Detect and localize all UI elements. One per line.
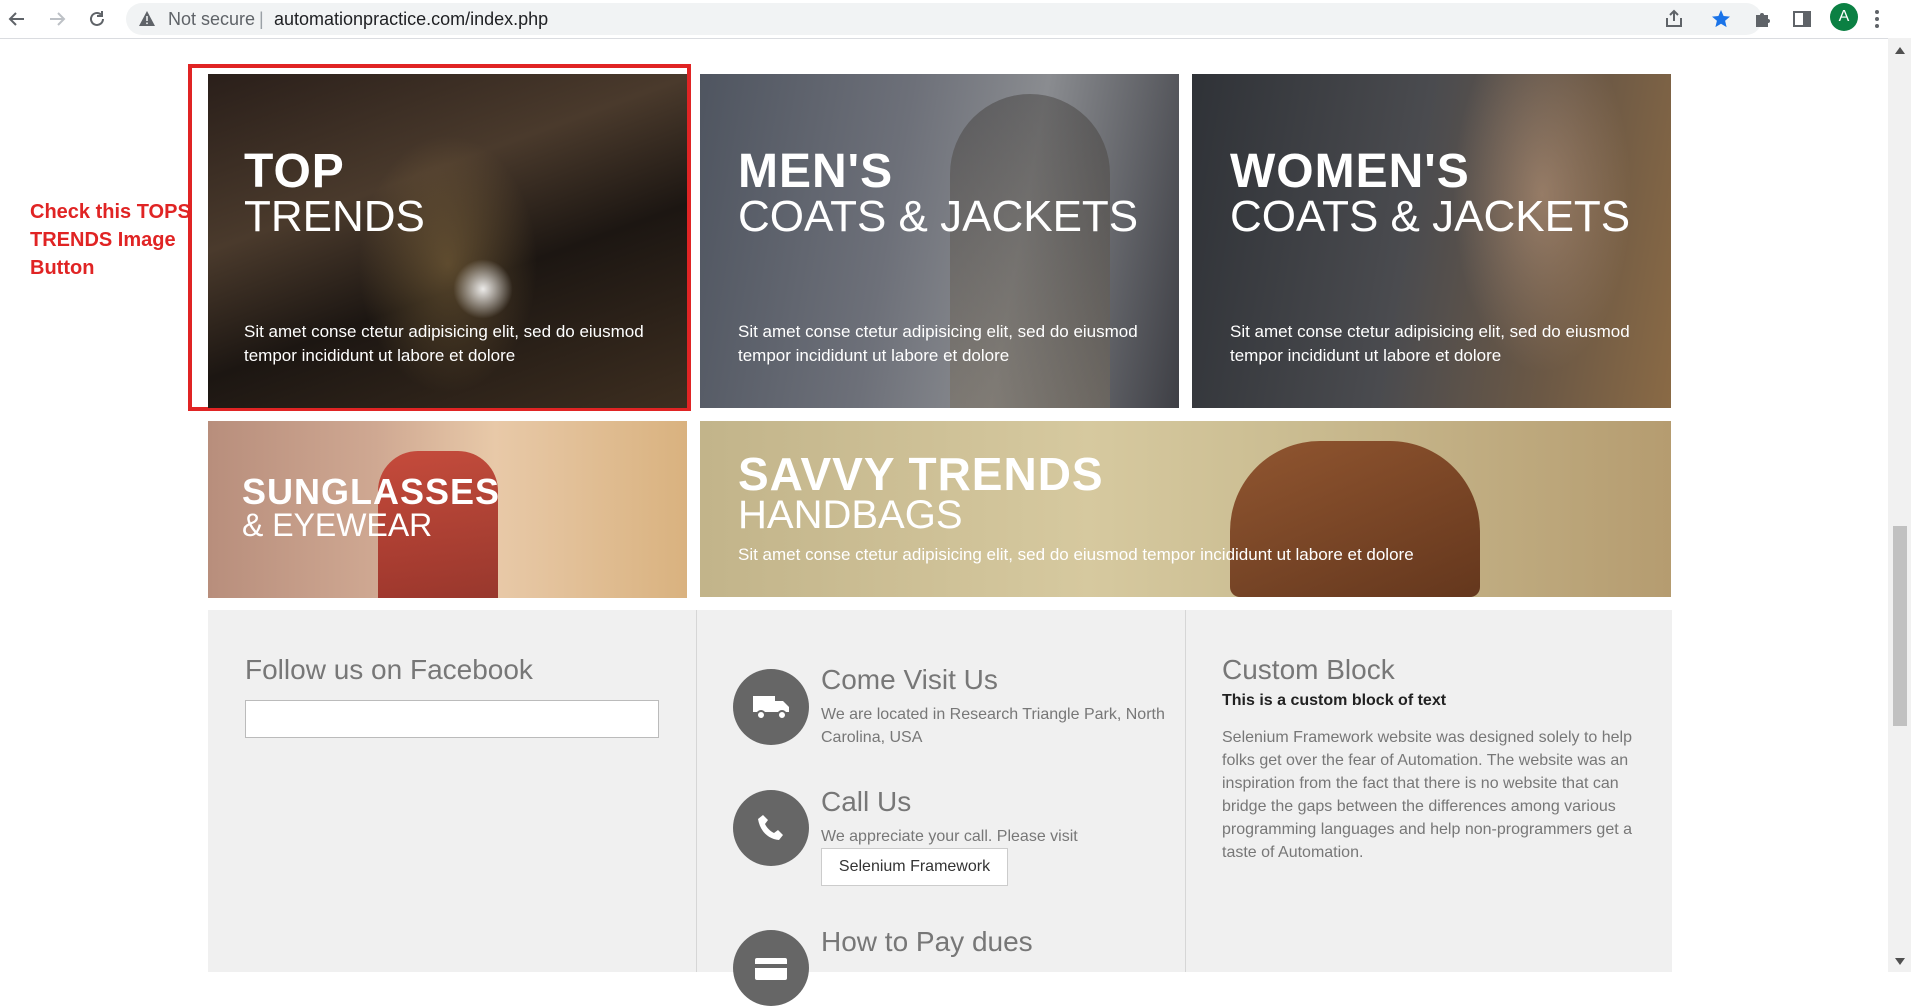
annotation-note: Check this TOPS TRENDS Image Button bbox=[30, 198, 191, 282]
visit-text: We are located in Research Triangle Park… bbox=[821, 706, 1165, 746]
truck-icon-circle bbox=[733, 669, 809, 745]
custom-block-heading: Custom Block bbox=[1222, 654, 1395, 685]
truck-icon bbox=[753, 696, 789, 720]
browser-toolbar: Not secure | automationpractice.com/inde… bbox=[0, 0, 1911, 39]
url-text: automationpractice.com/index.php bbox=[274, 9, 549, 29]
womens-text: Sit amet conse ctetur adipisicing elit, … bbox=[1230, 322, 1630, 365]
side-panel-icon[interactable] bbox=[1792, 9, 1812, 29]
mens-title: MEN'S bbox=[738, 145, 894, 198]
pay-heading: How to Pay dues bbox=[821, 926, 1033, 957]
womens-coats-banner[interactable]: WOMEN'S COATS & JACKETS Sit amet conse c… bbox=[1192, 74, 1671, 408]
annotation-line-3: Button bbox=[30, 257, 95, 279]
top-trends-subtitle: TRENDS bbox=[244, 192, 425, 241]
security-label: Not secure bbox=[168, 9, 256, 29]
call-text: We appreciate your call. Please visit bbox=[821, 828, 1078, 845]
sunglasses-subtitle: & EYEWEAR bbox=[242, 507, 433, 543]
menu-kebab-icon[interactable] bbox=[1874, 9, 1880, 29]
mens-subtitle: COATS & JACKETS bbox=[738, 192, 1139, 241]
scrollbar-thumb[interactable] bbox=[1893, 526, 1907, 726]
sunglasses-banner[interactable]: SUNGLASSES & EYEWEAR bbox=[208, 421, 687, 598]
profile-avatar[interactable]: A bbox=[1830, 3, 1858, 31]
facebook-widget-box[interactable] bbox=[245, 700, 659, 738]
top-trends-title: TOP bbox=[244, 145, 345, 198]
extensions-icon[interactable] bbox=[1752, 9, 1772, 29]
scroll-up-icon[interactable] bbox=[1895, 46, 1905, 54]
visit-heading: Come Visit Us bbox=[821, 664, 998, 695]
back-arrow-icon bbox=[8, 12, 24, 26]
custom-block-text: Selenium Framework website was designed … bbox=[1222, 729, 1633, 861]
forward-arrow-icon bbox=[50, 12, 66, 26]
savvy-trends-banner[interactable]: SAVVY TRENDS HANDBAGS Sit amet conse cte… bbox=[700, 421, 1671, 597]
light-flare bbox=[448, 254, 518, 324]
share-icon[interactable] bbox=[1664, 9, 1684, 29]
call-heading: Call Us bbox=[821, 786, 912, 817]
warning-icon bbox=[139, 11, 155, 26]
womens-title: WOMEN'S bbox=[1230, 145, 1470, 198]
womens-subtitle: COATS & JACKETS bbox=[1230, 192, 1631, 241]
mens-text: Sit amet conse ctetur adipisicing elit, … bbox=[738, 322, 1138, 365]
address-separator: | bbox=[259, 9, 264, 29]
phone-icon-circle bbox=[733, 790, 809, 866]
top-trends-text: Sit amet conse ctetur adipisicing elit, … bbox=[244, 322, 644, 365]
selenium-framework-button[interactable]: Selenium Framework bbox=[821, 848, 1008, 886]
credit-card-icon bbox=[755, 958, 787, 980]
annotation-line-1: Check this TOPS bbox=[30, 201, 191, 223]
reload-icon bbox=[90, 11, 104, 26]
mens-coats-banner[interactable]: MEN'S COATS & JACKETS Sit amet conse cte… bbox=[700, 74, 1179, 408]
back-button[interactable] bbox=[2, 4, 32, 34]
scrollbar-track[interactable] bbox=[1888, 38, 1911, 972]
footer-divider-1 bbox=[696, 610, 697, 972]
savvy-subtitle: HANDBAGS bbox=[738, 493, 963, 537]
facebook-heading: Follow us on Facebook bbox=[245, 654, 533, 685]
card-icon-circle bbox=[733, 930, 809, 1006]
phone-icon bbox=[758, 815, 783, 840]
annotation-line-2: TRENDS Image bbox=[30, 229, 176, 251]
footer-divider-2 bbox=[1185, 610, 1186, 972]
scroll-down-icon[interactable] bbox=[1895, 958, 1905, 966]
address-bar[interactable]: Not secure | automationpractice.com/inde… bbox=[126, 3, 1762, 35]
top-trends-banner[interactable]: TOP TRENDS Sit amet conse ctetur adipisi… bbox=[208, 74, 687, 408]
reload-button[interactable] bbox=[82, 4, 112, 34]
handbag-shape bbox=[1230, 441, 1480, 597]
custom-block-subheading: This is a custom block of text bbox=[1222, 692, 1447, 709]
savvy-text: Sit amet conse ctetur adipisicing elit, … bbox=[738, 545, 1414, 564]
forward-button[interactable] bbox=[42, 4, 72, 34]
bookmark-star-icon[interactable] bbox=[1711, 9, 1731, 29]
